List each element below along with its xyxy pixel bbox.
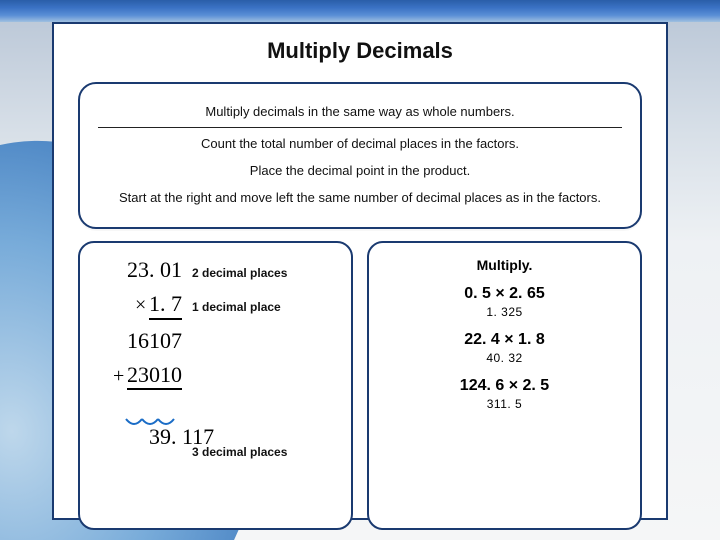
header-gradient-bar — [0, 0, 720, 22]
rule-line: Multiply decimals in the same way as who… — [98, 98, 622, 128]
partial-row-1: 16107 — [94, 328, 337, 354]
partial-row-2: +23010 — [94, 362, 337, 390]
practice-answer: 40. 32 — [383, 351, 626, 365]
cards-row: 23. 01 2 decimal places ×1. 7 1 decimal … — [78, 241, 642, 530]
factor1-label: 2 decimal places — [192, 266, 287, 280]
result-value: 39. 117 — [94, 398, 182, 502]
practice-heading: Multiply. — [383, 257, 626, 273]
rule-line: Count the total number of decimal places… — [98, 130, 622, 157]
rule-line: Place the decimal point in the product. — [98, 157, 622, 184]
multiply-sign: × — [135, 294, 149, 317]
result-row: 39. 117 3 decimal places — [94, 398, 337, 502]
practice-answer: 1. 325 — [383, 305, 626, 319]
practice-problem: 22. 4 × 1. 8 — [383, 331, 626, 349]
worked-example-card: 23. 01 2 decimal places ×1. 7 1 decimal … — [78, 241, 353, 530]
factor2-number: 1. 7 — [149, 291, 182, 320]
practice-problem: 0. 5 × 2. 65 — [383, 285, 626, 303]
partial2-number: 23010 — [127, 362, 182, 390]
factor2-value: ×1. 7 — [94, 291, 182, 320]
partial2-value: +23010 — [94, 362, 182, 390]
count-arcs-icon — [124, 417, 184, 429]
slide-frame: Multiply Decimals Multiply decimals in t… — [52, 22, 668, 520]
practice-card: Multiply. 0. 5 × 2. 65 1. 325 22. 4 × 1.… — [367, 241, 642, 530]
factor2-label: 1 decimal place — [192, 300, 281, 314]
practice-problem: 124. 6 × 2. 5 — [383, 377, 626, 395]
factor-row-1: 23. 01 2 decimal places — [94, 257, 337, 283]
practice-answer: 311. 5 — [383, 397, 626, 411]
factor-row-2: ×1. 7 1 decimal place — [94, 291, 337, 320]
plus-sign: + — [113, 365, 127, 388]
partial1-value: 16107 — [94, 328, 182, 354]
rules-card: Multiply decimals in the same way as who… — [78, 82, 642, 229]
rule-line: Start at the right and move left the sam… — [98, 184, 622, 211]
factor1-value: 23. 01 — [94, 257, 182, 283]
page-title: Multiply Decimals — [54, 38, 666, 64]
